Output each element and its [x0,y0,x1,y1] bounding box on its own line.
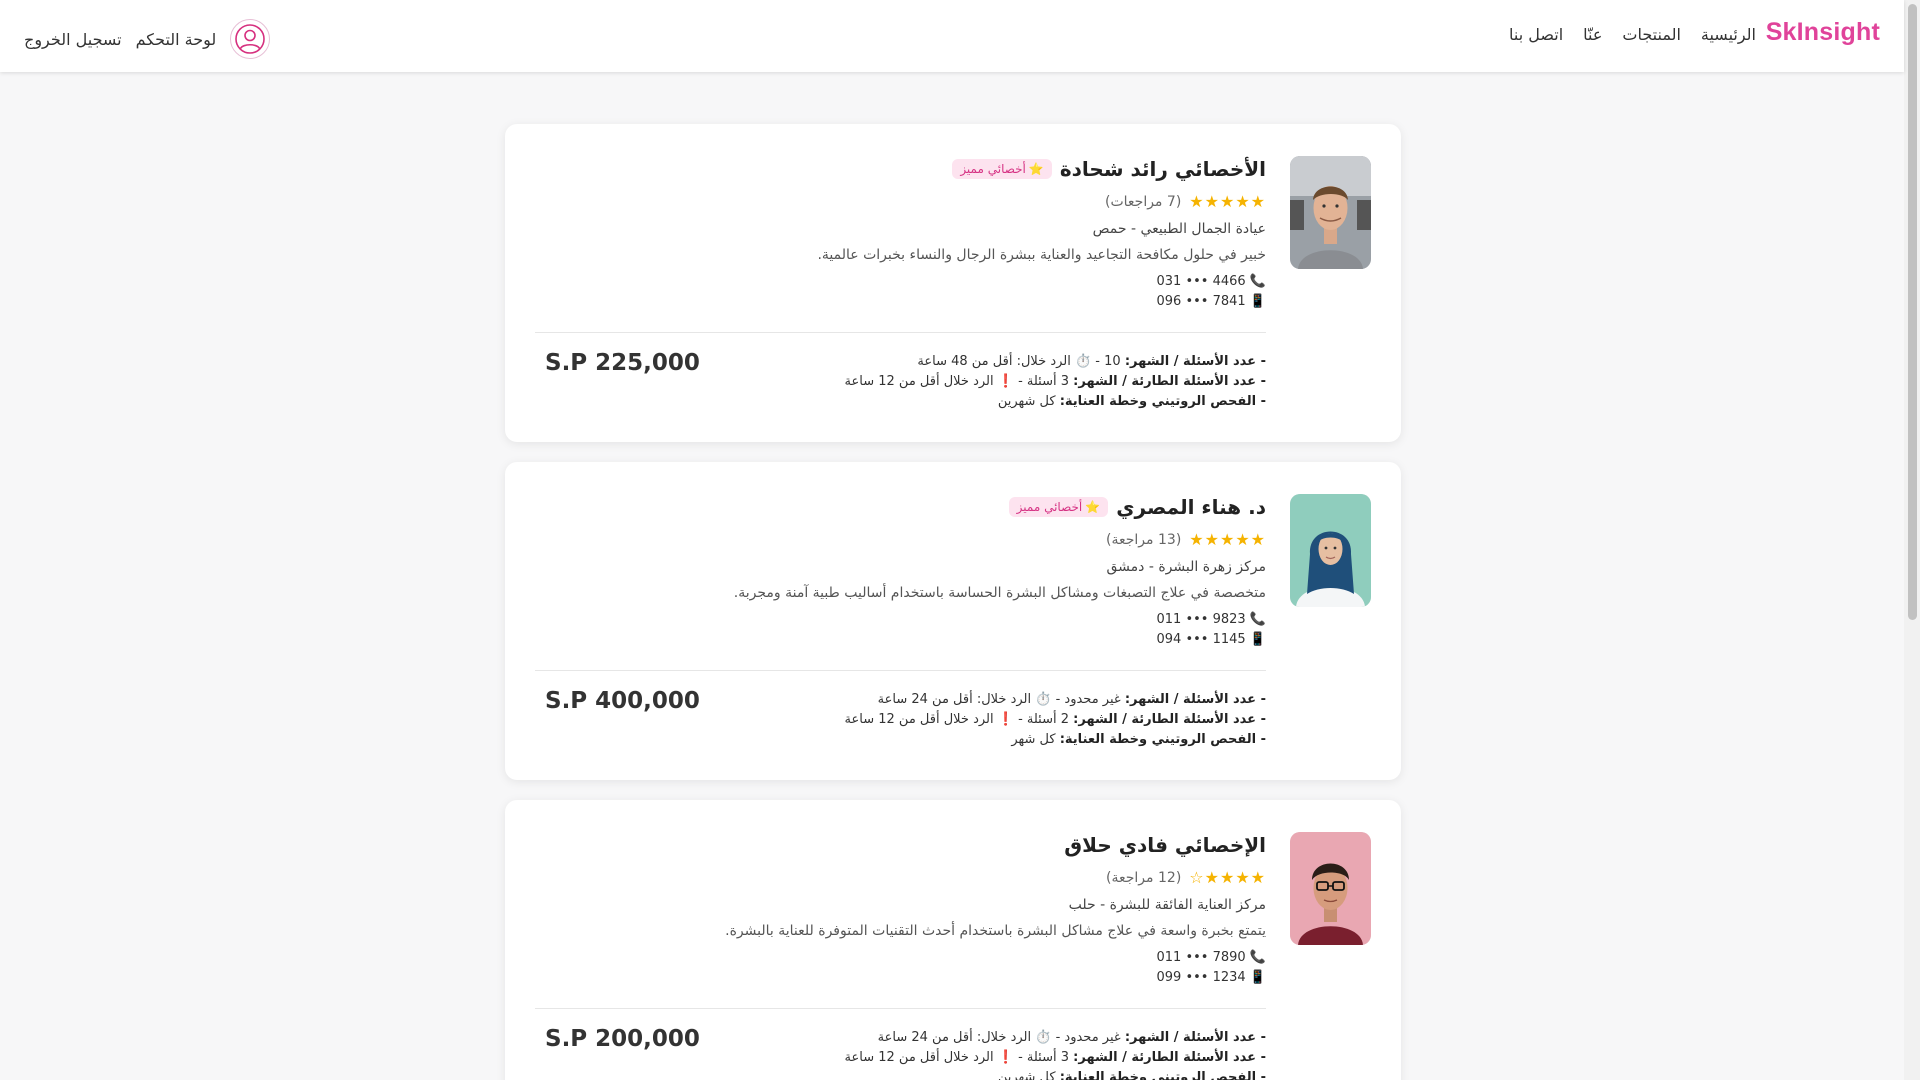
star-icon: ⭐ [1028,162,1044,176]
rating-row: ★★★★★ (7 مراجعات) [536,192,1266,211]
emergency-questions: - عدد الأسئلة الطارئة / الشهر: 3 أسئلة -… [844,374,1266,389]
specialist-info: الأخصائي رائد شحادة ⭐ أخصائي مميز ★★★★★ … [536,154,1266,312]
phone-number[interactable]: 011 ••• 9823 [1157,612,1246,627]
phone-icon: 📞 [1249,274,1266,289]
clinic-location: مركز زهرة البشرة - دمشق [1106,559,1267,575]
plan-details: - عدد الأسئلة / الشهر: 10 - ⏱️ الرد خلال… [706,352,1266,412]
specialist-card[interactable]: د. هناء المصري ⭐ أخصائي مميز ★★★★★ (13 م… [505,462,1401,780]
specialist-info: الإخصائي فادي حلاق ★★★★☆ (12 مراجعة) مرك… [536,830,1266,988]
rating-stars: ★★★★★ [1189,530,1266,549]
specialist-description: متخصصة في علاج التصبغات ومشاكل البشرة ال… [733,585,1266,601]
nav-about[interactable]: عنّا [1583,25,1602,44]
mobile-icon: 📱 [1249,970,1266,985]
specialist-name[interactable]: الإخصائي فادي حلاق [1064,833,1266,857]
plan-details: - عدد الأسئلة / الشهر: غير محدود - ⏱️ ال… [706,1028,1266,1080]
specialist-card[interactable]: الأخصائي رائد شحادة ⭐ أخصائي مميز ★★★★★ … [505,124,1401,442]
contact-numbers: 011 ••• 7890 📞 099 ••• 1234 📱 [536,948,1267,988]
user-avatar-button[interactable] [230,19,271,59]
page-scrollbar[interactable] [1904,0,1920,1080]
specialist-info: د. هناء المصري ⭐ أخصائي مميز ★★★★★ (13 م… [536,492,1266,650]
review-count[interactable]: (12 مراجعة) [1106,870,1181,886]
dashboard-link[interactable]: لوحة التحكم [136,30,217,49]
monthly-questions: - عدد الأسئلة / الشهر: 10 - ⏱️ الرد خلال… [917,354,1266,369]
nav-home[interactable]: الرئيسية [1701,25,1756,44]
card-divider [535,1008,1266,1009]
contact-numbers: 011 ••• 9823 📞 094 ••• 1145 📱 [536,610,1267,650]
specialist-photo [1290,156,1371,269]
clinic-location: عيادة الجمال الطبيعي - حمص [1092,221,1266,237]
featured-badge: ⭐ أخصائي مميز [952,159,1052,179]
phone-icon: 📞 [1249,612,1266,627]
main-nav: الرئيسية المنتجات عنّا اتصل بنا [1509,25,1756,44]
badge-label: أخصائي مميز [960,162,1026,176]
logout-link[interactable]: تسجيل الخروج [24,30,122,49]
specialist-card[interactable]: الإخصائي فادي حلاق ★★★★☆ (12 مراجعة) مرك… [505,800,1401,1080]
scrollbar-thumb[interactable] [1908,4,1917,620]
emergency-questions: - عدد الأسئلة الطارئة / الشهر: 3 أسئلة -… [844,1050,1266,1065]
plan-details: - عدد الأسئلة / الشهر: غير محدود - ⏱️ ال… [706,690,1266,750]
star-icon: ⭐ [1085,500,1101,514]
phone-icon: 📞 [1249,950,1266,965]
plan-price: S.P 400,000 [545,688,700,714]
account-nav: تسجيل الخروج لوحة التحكم [24,19,271,59]
brand-logo[interactable]: SkInsight [1766,18,1880,47]
rating-stars: ★★★★☆ [1189,868,1266,887]
mobile-number[interactable]: 096 ••• 7841 [1157,294,1246,309]
review-count[interactable]: (7 مراجعات) [1105,194,1181,210]
specialist-photo [1290,832,1371,945]
specialist-name[interactable]: د. هناء المصري [1116,495,1266,519]
user-circle-icon [235,24,266,54]
featured-badge: ⭐ أخصائي مميز [1008,497,1109,517]
mobile-icon: 📱 [1249,632,1266,647]
nav-products[interactable]: المنتجات [1622,25,1681,44]
phone-number[interactable]: 031 ••• 4466 [1157,274,1246,289]
mobile-icon: 📱 [1249,294,1266,309]
badge-label: أخصائي مميز [1016,500,1083,514]
nav-contact[interactable]: اتصل بنا [1509,25,1563,44]
mobile-number[interactable]: 094 ••• 1145 [1157,632,1246,647]
contact-numbers: 031 ••• 4466 📞 096 ••• 7841 📱 [536,272,1267,312]
card-divider [535,670,1266,671]
review-count[interactable]: (13 مراجعة) [1106,532,1181,548]
rating-row: ★★★★★ (13 مراجعة) [536,530,1266,549]
mobile-number[interactable]: 099 ••• 1234 [1157,970,1246,985]
monthly-questions: - عدد الأسئلة / الشهر: غير محدود - ⏱️ ال… [877,1030,1266,1045]
routine-checkup: - الفحص الروتيني وخطة العناية: كل شهرين [997,1070,1266,1080]
plan-price: S.P 225,000 [545,350,700,376]
plan-price: S.P 200,000 [545,1026,700,1052]
routine-checkup: - الفحص الروتيني وخطة العناية: كل شهر [1011,732,1266,747]
monthly-questions: - عدد الأسئلة / الشهر: غير محدود - ⏱️ ال… [877,692,1266,707]
specialist-description: خبير في حلول مكافحة التجاعيد والعناية بب… [817,247,1266,263]
phone-number[interactable]: 011 ••• 7890 [1157,950,1246,965]
routine-checkup: - الفحص الروتيني وخطة العناية: كل شهرين [997,394,1266,409]
rating-stars: ★★★★★ [1189,192,1266,211]
specialist-description: يتمتع بخبرة واسعة في علاج مشاكل البشرة ب… [725,923,1266,939]
card-divider [535,332,1266,333]
emergency-questions: - عدد الأسئلة الطارئة / الشهر: 2 أسئلة -… [844,712,1266,727]
specialist-photo [1290,494,1371,607]
clinic-location: مركز العناية الفائقة للبشرة - حلب [1068,897,1266,913]
top-navbar: SkInsight الرئيسية المنتجات عنّا اتصل بن… [0,0,1904,72]
specialist-name[interactable]: الأخصائي رائد شحادة [1060,157,1266,181]
rating-row: ★★★★☆ (12 مراجعة) [536,868,1266,887]
